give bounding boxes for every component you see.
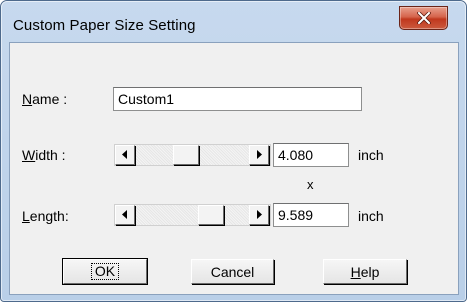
length-unit-label: inch	[358, 208, 384, 224]
width-label: Width :	[22, 147, 66, 163]
window-title: Custom Paper Size Setting	[13, 17, 196, 34]
length-label: Length:	[22, 208, 69, 224]
close-button[interactable]	[399, 6, 448, 30]
close-icon	[416, 12, 431, 24]
length-scroll-right-button[interactable]	[249, 205, 269, 225]
cancel-button-label: Cancel	[210, 263, 255, 280]
length-scroll-thumb[interactable]	[198, 205, 224, 225]
ok-button[interactable]: OK	[62, 258, 148, 285]
help-button-label: Help	[350, 263, 380, 280]
cancel-button[interactable]: Cancel	[191, 259, 274, 284]
width-scroll-right-button[interactable]	[249, 145, 269, 165]
width-scroll-left-button[interactable]	[115, 145, 135, 165]
help-button[interactable]: Help	[323, 259, 407, 284]
dialog-window: Custom Paper Size Setting Name : Width :	[0, 0, 467, 302]
ok-button-label: OK	[90, 263, 120, 280]
length-scrollbar[interactable]	[114, 204, 271, 226]
width-scrollbar[interactable]	[114, 144, 271, 166]
name-input[interactable]	[113, 87, 362, 111]
arrow-right-icon	[256, 146, 262, 164]
arrow-right-icon	[256, 206, 262, 224]
length-scroll-left-button[interactable]	[115, 205, 135, 225]
dialog-client-area: Name : Width : inch x Length:	[9, 42, 459, 295]
arrow-left-icon	[122, 206, 128, 224]
arrow-left-icon	[122, 146, 128, 164]
width-unit-label: inch	[358, 147, 384, 163]
name-label: Name :	[22, 91, 68, 107]
width-input[interactable]	[273, 143, 349, 167]
width-scroll-thumb[interactable]	[173, 145, 199, 165]
length-input[interactable]	[273, 203, 349, 227]
dimension-separator: x	[307, 177, 314, 192]
